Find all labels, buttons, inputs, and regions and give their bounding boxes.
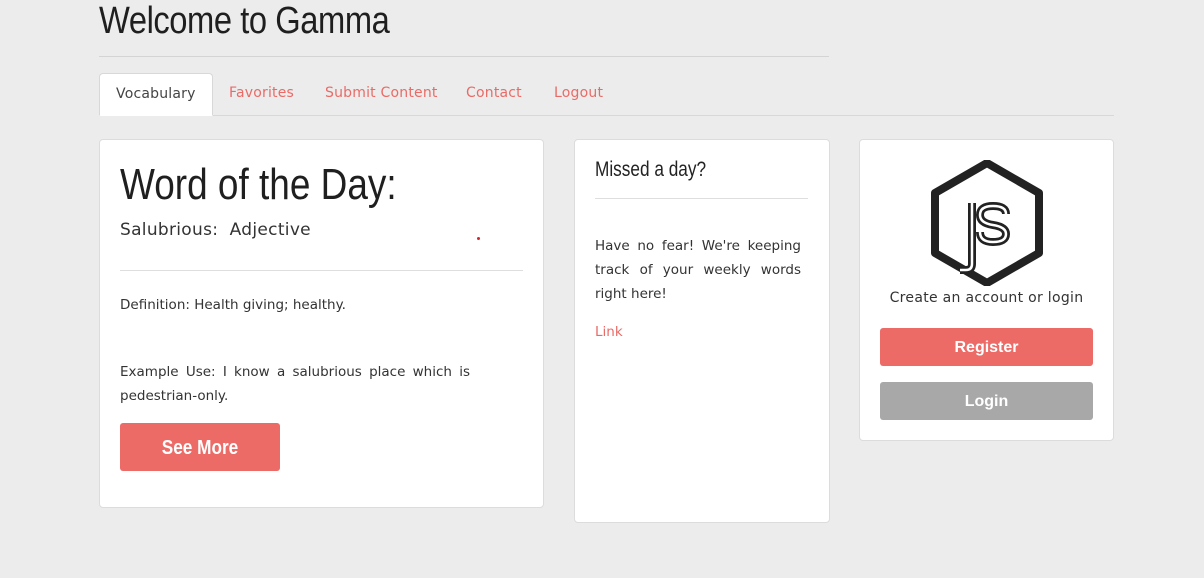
word-card-divider	[120, 270, 523, 271]
see-more-words-button[interactable]: See More Words	[120, 423, 280, 507]
missed-a-day-text: Have no fear! We're keeping track of you…	[595, 238, 801, 302]
missed-a-day-card: Missed a day? Have no fear! We're keepin…	[574, 139, 830, 523]
title-divider	[99, 56, 829, 57]
word-example: Example Use: I know a salubrious place w…	[120, 364, 470, 404]
word-of-the-day-title: Word of the Day:	[120, 160, 397, 209]
account-prompt-text: Create an account or login	[889, 290, 1084, 306]
nav-tabs: Vocabulary Favorites Submit Content Cont…	[99, 73, 1114, 116]
tab-vocabulary[interactable]: Vocabulary	[99, 73, 213, 116]
register-button[interactable]: Register	[880, 328, 1093, 366]
weekly-words-link[interactable]: Link	[595, 324, 623, 340]
word-of-the-day-card: Word of the Day: Salubrious: Adjective D…	[99, 139, 544, 508]
missed-a-day-title: Missed a day?	[595, 158, 707, 181]
see-more-words-label: See More Words	[161, 437, 239, 507]
missed-card-divider	[595, 198, 808, 199]
account-card: Create an account or login Register Logi…	[859, 139, 1114, 441]
login-button[interactable]: Login	[880, 382, 1093, 420]
word-of-the-day-word: Salubrious: Adjective	[120, 220, 311, 240]
nodejs-logo-icon	[930, 159, 1044, 290]
tab-submit-content[interactable]: Submit Content	[325, 73, 438, 114]
tab-logout[interactable]: Logout	[554, 73, 603, 114]
red-dot-marker	[477, 237, 480, 240]
tab-favorites[interactable]: Favorites	[229, 73, 294, 114]
word-definition: Definition: Health giving; healthy.	[120, 297, 346, 313]
page-title: Welcome to Gamma	[99, 0, 390, 42]
tab-contact[interactable]: Contact	[466, 73, 522, 114]
